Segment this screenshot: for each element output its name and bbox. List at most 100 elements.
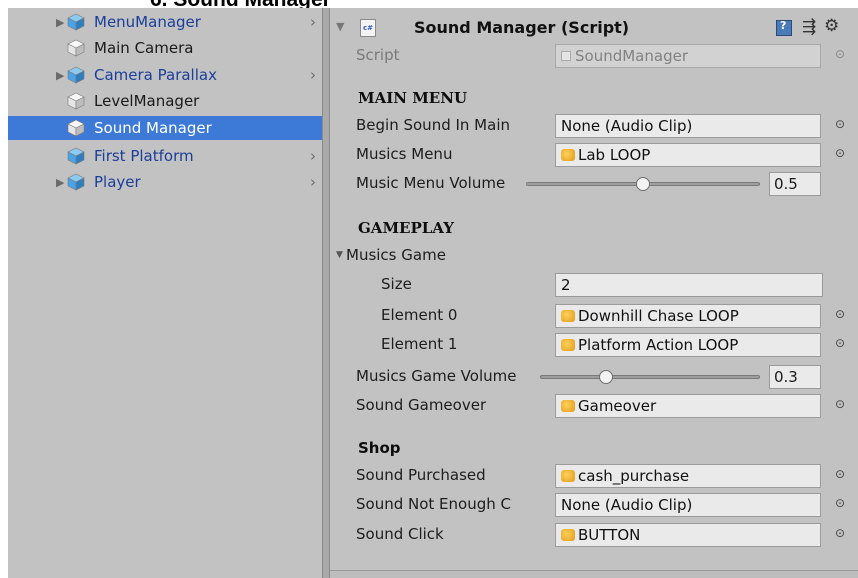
sound-click-field[interactable]: BUTTON (555, 523, 821, 547)
main-menu-header: MAIN MENU (358, 89, 468, 107)
element1-value: Platform Action LOOP (578, 336, 739, 354)
component-title: Sound Manager (Script) (414, 18, 630, 37)
sound-gameover-picker-icon[interactable]: ⊙ (835, 397, 845, 411)
shop-header: Shop (358, 439, 401, 457)
musics-menu-field[interactable]: Lab LOOP (555, 143, 821, 167)
gameobject-cube-icon (67, 39, 85, 57)
audio-clip-icon (561, 149, 575, 161)
music-menu-volume-input[interactable]: 0.5 (769, 172, 821, 196)
music-menu-volume-thumb[interactable] (636, 177, 650, 191)
sound-gameover-row: Sound Gameover Gameover ⊙ (330, 394, 858, 418)
element0-row: Element 0 Downhill Chase LOOP ⊙ (330, 304, 858, 328)
gameobject-cube-icon (67, 13, 85, 31)
sound-not-enough-picker-icon[interactable]: ⊙ (835, 496, 845, 510)
sound-not-enough-label: Sound Not Enough C (356, 495, 511, 513)
element0-label: Element 0 (381, 306, 458, 324)
begin-sound-label: Begin Sound In Main (356, 116, 510, 134)
musics-game-foldout-arrow[interactable]: ▼ (336, 250, 343, 260)
musics-game-volume-input[interactable]: 0.3 (769, 365, 821, 389)
musics-game-volume-row: Musics Game Volume 0.3 (330, 365, 858, 389)
music-menu-volume-row: Music Menu Volume 0.5 (330, 172, 858, 196)
hierarchy-item[interactable]: Sound Manager (8, 116, 322, 140)
musics-menu-value: Lab LOOP (578, 146, 651, 164)
musics-menu-row: Musics Menu Lab LOOP ⊙ (330, 143, 858, 167)
musics-game-row[interactable]: ▼ Musics Game (330, 244, 858, 268)
sound-gameover-field[interactable]: Gameover (555, 394, 821, 418)
sound-purchased-picker-icon[interactable]: ⊙ (835, 467, 845, 481)
sound-click-label: Sound Click (356, 525, 444, 543)
prefab-open-chevron-icon[interactable]: › (310, 173, 316, 191)
gameobject-cube-icon (67, 173, 85, 191)
panel-splitter[interactable] (322, 8, 330, 578)
hierarchy-item-label: Main Camera (94, 39, 194, 57)
musics-game-volume-track[interactable] (540, 375, 760, 379)
begin-sound-picker-icon[interactable]: ⊙ (835, 117, 845, 131)
prefab-open-chevron-icon[interactable]: › (310, 147, 316, 165)
sound-not-enough-row: Sound Not Enough C None (Audio Clip) ⊙ (330, 493, 858, 517)
music-menu-volume-label: Music Menu Volume (356, 174, 506, 192)
document-caption: 6. Sound Manager (150, 0, 331, 11)
hierarchy-item[interactable]: ▶ MenuManager › (8, 10, 322, 34)
audio-clip-icon (561, 470, 575, 482)
script-field: SoundManager (555, 44, 821, 68)
sound-gameover-label: Sound Gameover (356, 396, 487, 414)
musics-game-volume-label: Musics Game Volume (356, 367, 517, 385)
hierarchy-item-label: Camera Parallax (94, 66, 217, 84)
header-icons: ⇶ ⚙ (776, 16, 856, 38)
help-book-icon[interactable] (776, 19, 792, 36)
musics-menu-label: Musics Menu (356, 145, 453, 163)
hierarchy-item[interactable]: ▶ Camera Parallax › (8, 63, 322, 87)
script-picker-icon: ⊙ (835, 47, 846, 61)
inspector-footer-divider (330, 570, 858, 578)
audio-clip-icon (561, 400, 575, 412)
size-label: Size (381, 275, 412, 293)
gameobject-cube-icon (67, 92, 85, 110)
component-foldout-arrow[interactable]: ▼ (336, 20, 344, 33)
gameobject-cube-icon (67, 66, 85, 84)
component-header[interactable]: ▼ c# Sound Manager (Script) ⇶ ⚙ (330, 16, 858, 40)
begin-sound-field[interactable]: None (Audio Clip) (555, 114, 821, 138)
sound-not-enough-value: None (Audio Clip) (561, 496, 693, 514)
hierarchy-item[interactable]: LevelManager (8, 89, 322, 113)
hierarchy-item[interactable]: ▶ Player › (8, 170, 322, 194)
prefab-open-chevron-icon[interactable]: › (310, 13, 316, 31)
sound-click-picker-icon[interactable]: ⊙ (835, 526, 845, 540)
sound-not-enough-field[interactable]: None (Audio Clip) (555, 493, 821, 517)
element0-field[interactable]: Downhill Chase LOOP (555, 304, 821, 328)
script-row: Script SoundManager ⊙ (330, 44, 858, 68)
audio-clip-icon (561, 529, 575, 541)
hierarchy-item[interactable]: First Platform › (8, 144, 322, 168)
prefab-open-chevron-icon[interactable]: › (310, 66, 316, 84)
hierarchy-item-label: First Platform (94, 147, 194, 165)
element1-picker-icon[interactable]: ⊙ (835, 336, 845, 350)
musics-game-volume-thumb[interactable] (599, 370, 613, 384)
script-label: Script (356, 46, 400, 64)
sound-purchased-row: Sound Purchased cash_purchase ⊙ (330, 464, 858, 488)
hierarchy-item-label: LevelManager (94, 92, 200, 110)
musics-menu-picker-icon[interactable]: ⊙ (835, 146, 845, 160)
element0-picker-icon[interactable]: ⊙ (835, 307, 845, 321)
gameobject-cube-icon (67, 119, 85, 137)
begin-sound-row: Begin Sound In Main None (Audio Clip) ⊙ (330, 114, 858, 138)
audio-clip-icon (561, 310, 575, 322)
element1-field[interactable]: Platform Action LOOP (555, 333, 821, 357)
gear-icon[interactable]: ⚙ (824, 16, 839, 36)
hierarchy-item-label: Sound Manager (94, 119, 212, 137)
gameplay-header: GAMEPLAY (358, 219, 454, 237)
gameobject-cube-icon (67, 147, 85, 165)
presets-icon[interactable]: ⇶ (802, 17, 816, 37)
inspector-panel: ▼ c# Sound Manager (Script) ⇶ ⚙ Script S… (330, 8, 858, 578)
element0-value: Downhill Chase LOOP (578, 307, 739, 325)
audio-clip-icon (561, 339, 575, 351)
sound-click-value: BUTTON (578, 526, 641, 544)
sound-gameover-value: Gameover (578, 397, 657, 415)
hierarchy-item-label: MenuManager (94, 13, 201, 31)
element1-row: Element 1 Platform Action LOOP ⊙ (330, 333, 858, 357)
element1-label: Element 1 (381, 335, 458, 353)
hierarchy-panel: ▶ MenuManager › Main Camera ▶ Camera Parallax… (8, 8, 322, 578)
script-value: SoundManager (575, 47, 688, 65)
size-input[interactable]: 2 (555, 273, 823, 297)
sound-purchased-label: Sound Purchased (356, 466, 486, 484)
sound-purchased-field[interactable]: cash_purchase (555, 464, 821, 488)
hierarchy-item[interactable]: Main Camera (8, 36, 322, 60)
